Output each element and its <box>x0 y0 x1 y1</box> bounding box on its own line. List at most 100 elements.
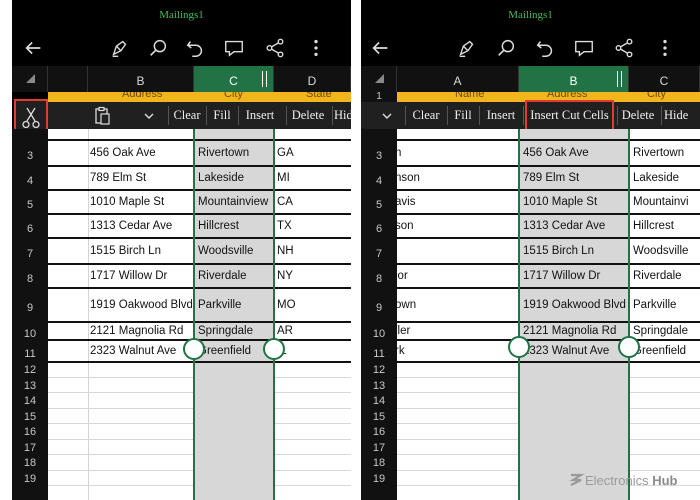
spreadsheet-grid[interactable]: 456 Oak Ave Rivertown GA 789 Elm St Lakeside… <box>48 129 351 500</box>
back-button[interactable] <box>365 34 395 62</box>
row-header-6[interactable]: 6 <box>361 223 397 235</box>
table-cell-c[interactable]: Rivertown <box>198 147 272 159</box>
row-header-4[interactable]: 4 <box>12 175 48 187</box>
more-menu-button[interactable] <box>369 102 405 129</box>
menu-item-clear[interactable]: Clear <box>169 102 205 129</box>
column-header-b[interactable]: B <box>88 66 194 92</box>
row-header-11[interactable]: 11 <box>12 348 48 360</box>
row-header-7[interactable]: 7 <box>361 248 397 260</box>
table-cell-a[interactable]: avis <box>395 196 515 208</box>
column-header-b-selected[interactable]: B <box>519 66 629 92</box>
menu-item-insert[interactable]: Insert <box>239 102 281 129</box>
row-header-12[interactable]: 12 <box>361 364 397 376</box>
row-header-19[interactable]: 19 <box>12 473 48 485</box>
row-header-15[interactable]: 15 <box>12 411 48 423</box>
table-cell-c[interactable]: Springdale <box>633 325 700 337</box>
row-header-17[interactable]: 17 <box>12 442 48 454</box>
table-cell-b[interactable]: 2121 Magnolia Rd <box>90 325 192 337</box>
column-header-c[interactable]: C <box>629 66 700 92</box>
table-cell-a[interactable]: son <box>395 220 515 232</box>
table-cell-a[interactable]: n <box>395 147 515 159</box>
table-cell-b[interactable]: 1515 Birch Ln <box>523 245 627 257</box>
menu-item-insert-cut-cells[interactable]: Insert Cut Cells <box>525 100 614 131</box>
row-header-17[interactable]: 17 <box>361 442 397 454</box>
table-cell-d[interactable]: NY <box>277 270 337 282</box>
undo-button[interactable] <box>180 34 210 62</box>
menu-item-fill[interactable]: Fill <box>207 102 237 129</box>
column-header-a[interactable] <box>48 66 88 92</box>
table-cell-d[interactable]: IL <box>277 345 337 357</box>
row-header-8[interactable]: 8 <box>12 273 48 285</box>
table-cell-c[interactable]: Riverdale <box>198 270 272 282</box>
table-cell-b[interactable]: 1919 Oakwood Blvd <box>523 299 627 311</box>
row-header-9[interactable]: 9 <box>12 302 48 314</box>
column-resize-grip[interactable] <box>617 71 622 87</box>
comment-button[interactable] <box>569 34 599 62</box>
row-header-11[interactable]: 11 <box>361 348 397 360</box>
select-all-corner[interactable] <box>361 66 397 92</box>
table-cell-c[interactable]: Hillcrest <box>633 220 700 232</box>
row-header-18[interactable]: 18 <box>361 457 397 469</box>
row-header-14[interactable]: 14 <box>12 395 48 407</box>
table-cell-c[interactable]: Parkville <box>198 299 272 311</box>
table-cell-c[interactable]: Lakeside <box>198 172 272 184</box>
table-cell-b[interactable]: 1717 Willow Dr <box>523 270 627 282</box>
menu-item-delete[interactable]: Delete <box>287 102 329 129</box>
table-cell-b[interactable]: 2323 Walnut Ave <box>523 345 627 357</box>
menu-item-hide[interactable]: Hide <box>664 102 700 129</box>
table-cell-d[interactable]: NH <box>277 245 337 257</box>
selection-handle-left[interactable] <box>508 336 530 358</box>
more-menu-button[interactable] <box>132 102 166 129</box>
row-header-10[interactable]: 10 <box>361 328 397 340</box>
row-header-12[interactable]: 12 <box>12 364 48 376</box>
draw-button[interactable] <box>452 34 482 62</box>
table-cell-a[interactable]: ller <box>395 325 515 337</box>
table-cell-d[interactable]: TX <box>277 220 337 232</box>
table-cell-a[interactable]: lor <box>395 270 515 282</box>
row-header-19[interactable]: 19 <box>361 473 397 485</box>
table-cell-b[interactable]: 2121 Magnolia Rd <box>523 325 627 337</box>
table-cell-d[interactable]: GA <box>277 147 337 159</box>
share-button[interactable] <box>260 34 290 62</box>
table-cell-c[interactable]: Rivertown <box>633 147 700 159</box>
table-cell-b[interactable]: 456 Oak Ave <box>90 147 192 159</box>
menu-item-insert[interactable]: Insert <box>480 102 522 129</box>
row-header-5[interactable]: 5 <box>12 199 48 211</box>
table-cell-c[interactable]: Riverdale <box>633 270 700 282</box>
search-button[interactable] <box>491 34 521 62</box>
table-cell-b[interactable]: 789 Elm St <box>523 172 627 184</box>
table-cell-b[interactable]: 1313 Cedar Ave <box>90 220 192 232</box>
selection-handle-left[interactable] <box>183 338 205 360</box>
table-cell-b[interactable]: 1717 Willow Dr <box>90 270 192 282</box>
table-cell-b[interactable]: 1919 Oakwood Blvd <box>90 299 192 311</box>
table-cell-c[interactable]: Greenfield <box>633 345 700 357</box>
more-options-button[interactable] <box>650 34 680 62</box>
row-header-9[interactable]: 9 <box>361 302 397 314</box>
selection-handle-right[interactable] <box>263 338 285 360</box>
table-cell-b[interactable]: 1010 Maple St <box>90 196 192 208</box>
table-cell-d[interactable]: MO <box>277 299 337 311</box>
more-options-button[interactable] <box>301 34 331 62</box>
row-header-7[interactable]: 7 <box>12 248 48 260</box>
table-cell-c[interactable]: Woodsville <box>198 245 272 257</box>
row-header-16[interactable]: 16 <box>12 426 48 438</box>
column-header-d[interactable]: D <box>274 66 351 92</box>
table-cell-a[interactable]: own <box>395 299 515 311</box>
row-header-13[interactable]: 13 <box>12 380 48 392</box>
table-cell-b[interactable]: 789 Elm St <box>90 172 192 184</box>
comment-button[interactable] <box>219 34 249 62</box>
column-header-a[interactable]: A <box>397 66 519 92</box>
row-header-13[interactable]: 13 <box>361 380 397 392</box>
table-cell-d[interactable]: MI <box>277 172 337 184</box>
table-cell-c[interactable]: Hillcrest <box>198 220 272 232</box>
row-header-10[interactable]: 10 <box>12 328 48 340</box>
table-cell-a[interactable]: nson <box>395 172 515 184</box>
row-header-6[interactable]: 6 <box>12 223 48 235</box>
table-cell-c[interactable]: Woodsville <box>633 245 700 257</box>
table-cell-a[interactable]: rk <box>395 345 515 357</box>
row-header-3[interactable]: 3 <box>12 150 48 162</box>
select-all-corner[interactable] <box>12 66 48 92</box>
selection-handle-right[interactable] <box>618 336 640 358</box>
menu-item-hide[interactable]: Hide <box>334 102 351 129</box>
row-header-1[interactable]: 1 <box>361 92 397 102</box>
